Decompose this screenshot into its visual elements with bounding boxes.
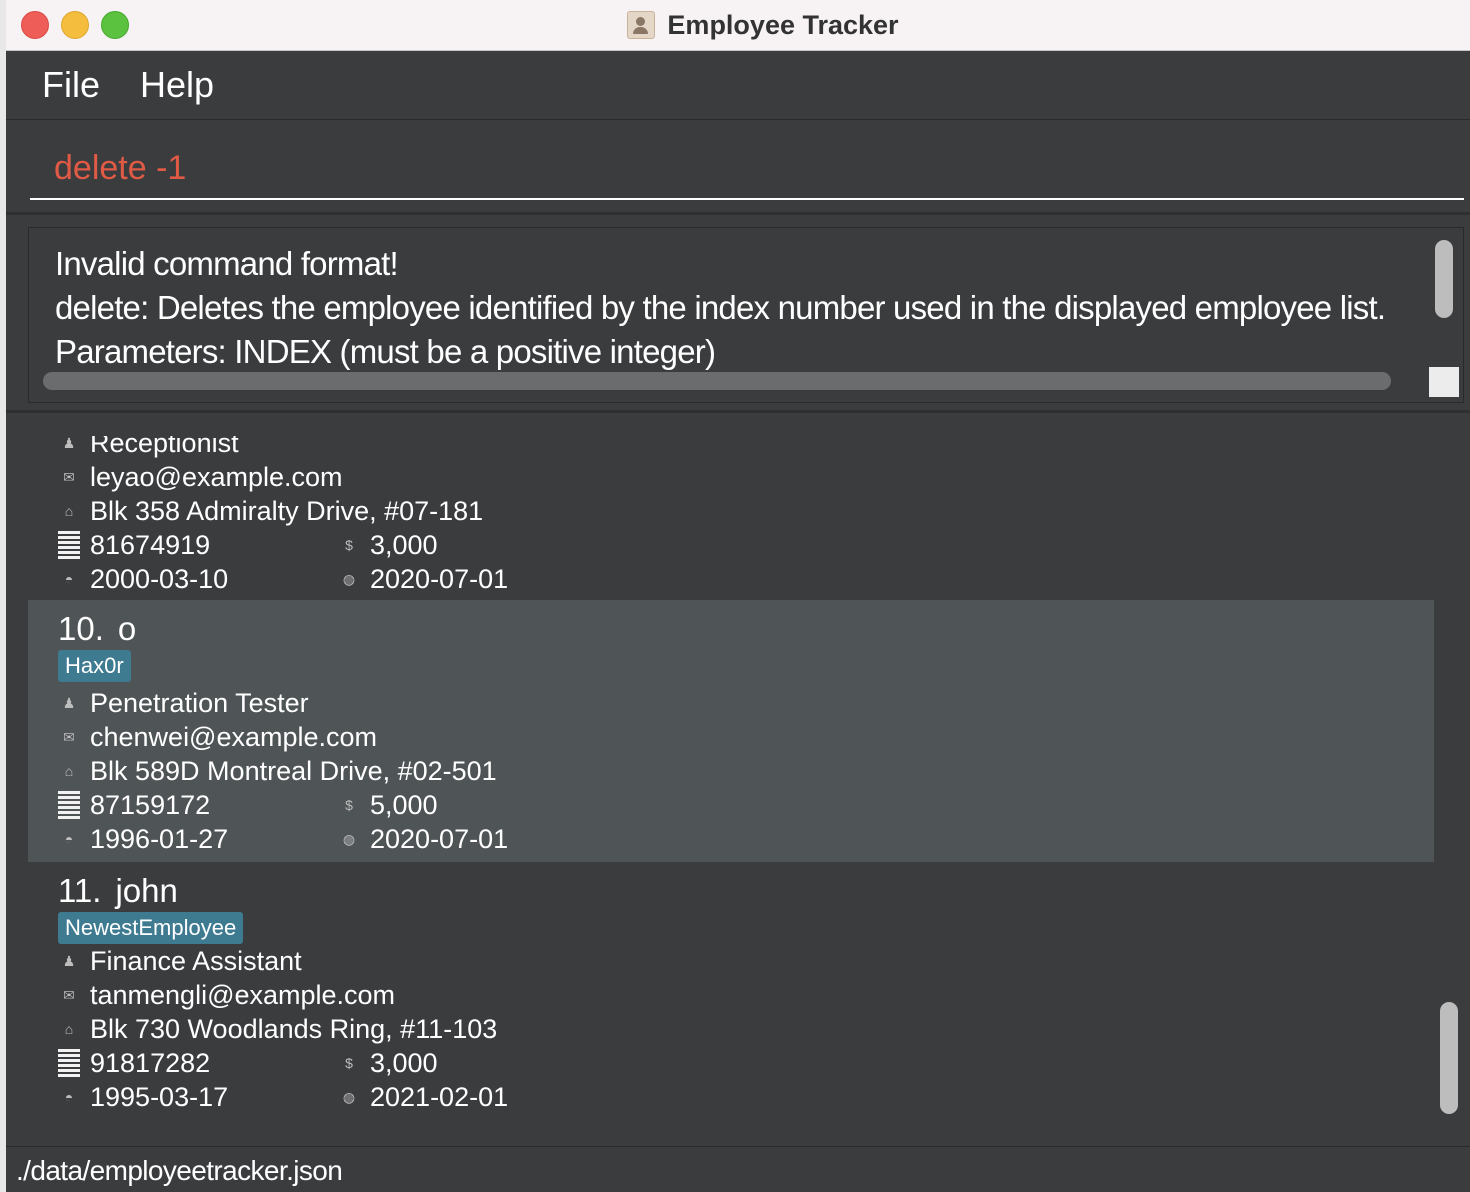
employee-phone: 91817282 [90, 1047, 211, 1078]
employee-email: tanmengli@example.com [90, 979, 396, 1010]
employee-join-date: 2020-07-01 [370, 823, 509, 854]
salary-row: $ 3,000 [338, 1046, 438, 1080]
birthday-row: ◓ 1996-01-27 [58, 822, 228, 856]
phone-icon [58, 1049, 80, 1077]
employee-join-date: 2020-07-01 [370, 563, 509, 594]
address-row: ⌂ Blk 730 Woodlands Ring, #11-103 [58, 1012, 498, 1046]
phone-row: 81674919 [58, 528, 210, 562]
employee-address: Blk 589D Montreal Drive, #02-501 [90, 755, 497, 786]
phone-row: 91817282 [58, 1046, 210, 1080]
employee-card-selected[interactable]: 10. o Hax0r ♟ Penetration Tester ✉ chenwe… [28, 600, 1434, 862]
command-input[interactable] [30, 138, 1464, 200]
menu-file[interactable]: File [42, 64, 100, 106]
result-display: Invalid command format! delete: Deletes … [28, 227, 1464, 403]
menu-help[interactable]: Help [140, 64, 214, 106]
result-line: Parameters: INDEX (must be a positive in… [55, 333, 716, 370]
employee-join-date: 2021-02-01 [370, 1081, 509, 1112]
phone-icon [58, 791, 80, 819]
envelope-icon: ✉ [63, 986, 75, 1003]
employee-email: leyao@example.com [90, 461, 343, 492]
employee-name: o [117, 610, 137, 647]
address-row: ⌂ Blk 589D Montreal Drive, #02-501 [58, 754, 497, 788]
command-box [6, 120, 1470, 212]
role-row: ♟ Receptionist [58, 436, 239, 460]
employee-salary: 3,000 [370, 529, 438, 560]
employee-tag: Hax0r [58, 650, 131, 682]
person-icon: ♟ [62, 952, 76, 969]
salary-row: $ 3,000 [338, 528, 438, 562]
employee-index: 10. [58, 610, 104, 647]
join-date-row: ◍ 2021-02-01 [338, 1080, 508, 1114]
join-date-row: ◍ 2020-07-01 [338, 562, 508, 596]
employee-phone: 81674919 [90, 529, 211, 560]
result-line: Invalid command format! [55, 245, 399, 282]
cake-icon: ◓ [64, 571, 74, 587]
house-icon: ⌂ [64, 503, 74, 519]
title-container: Employee Tracker [6, 0, 1470, 50]
employee-list: ♟ Receptionist ✉ leyao@example.com ⌂ Blk… [28, 436, 1434, 1124]
employee-address: Blk 358 Admiralty Drive, #07-181 [90, 495, 484, 526]
house-icon: ⌂ [64, 1021, 74, 1037]
employee-role: Finance Assistant [90, 945, 302, 976]
address-row: ⌂ Blk 358 Admiralty Drive, #07-181 [58, 494, 483, 528]
app-window: Employee Tracker File Help Invalid comma… [6, 0, 1470, 1192]
envelope-icon: ✉ [63, 728, 75, 745]
employee-role: Penetration Tester [90, 687, 309, 718]
calendar-icon: ◍ [342, 570, 356, 587]
dollar-icon: $ [345, 1055, 353, 1071]
cake-icon: ◓ [64, 1089, 74, 1105]
result-text: Invalid command format! delete: Deletes … [55, 242, 1445, 374]
list-vertical-scrollbar[interactable] [1440, 1002, 1458, 1114]
email-row: ✉ tanmengli@example.com [58, 978, 395, 1012]
save-file-path: ./data/employeetracker.json [16, 1155, 343, 1186]
result-vertical-scrollbar[interactable] [1435, 240, 1453, 318]
employee-card[interactable]: 11. john NewestEmployee ♟ Finance Assista… [28, 862, 1434, 1124]
employee-header: 11. john [58, 872, 178, 910]
employee-birthday: 2000-03-10 [90, 563, 229, 594]
dollar-icon: $ [345, 537, 353, 553]
role-row: ♟ Finance Assistant [58, 944, 302, 978]
envelope-icon: ✉ [63, 468, 75, 485]
divider [6, 212, 1470, 215]
person-icon: ♟ [62, 436, 76, 451]
employee-phone: 87159172 [90, 789, 211, 820]
menu-bar: File Help [6, 51, 1470, 120]
divider [6, 410, 1470, 413]
calendar-icon: ◍ [342, 830, 356, 847]
employee-card[interactable]: ♟ Receptionist ✉ leyao@example.com ⌂ Blk… [28, 436, 1434, 594]
phone-row: 87159172 [58, 788, 210, 822]
join-date-row: ◍ 2020-07-01 [338, 822, 508, 856]
calendar-icon: ◍ [342, 1088, 356, 1105]
result-horizontal-scrollbar[interactable] [43, 372, 1391, 390]
employee-salary: 5,000 [370, 789, 438, 820]
email-row: ✉ leyao@example.com [58, 460, 343, 494]
birthday-row: ◓ 2000-03-10 [58, 562, 228, 596]
window-title: Employee Tracker [667, 9, 899, 40]
employee-email: chenwei@example.com [90, 721, 378, 752]
role-row: ♟ Penetration Tester [58, 686, 309, 720]
phone-icon [58, 531, 80, 559]
app-icon [627, 11, 656, 39]
result-line: delete: Deletes the employee identified … [55, 289, 1386, 326]
cake-icon: ◓ [64, 831, 74, 847]
employee-birthday: 1995-03-17 [90, 1081, 229, 1112]
house-icon: ⌂ [64, 763, 74, 779]
salary-row: $ 5,000 [338, 788, 438, 822]
person-icon: ♟ [62, 694, 76, 711]
employee-address: Blk 730 Woodlands Ring, #11-103 [90, 1013, 498, 1044]
employee-birthday: 1996-01-27 [90, 823, 229, 854]
scrollbar-corner [1429, 367, 1459, 397]
title-bar: Employee Tracker [6, 0, 1470, 51]
employee-index: 11. [58, 872, 102, 909]
email-row: ✉ chenwei@example.com [58, 720, 377, 754]
employee-header: 10. o [58, 610, 136, 648]
dollar-icon: $ [345, 797, 353, 813]
employee-tag: NewestEmployee [58, 912, 244, 944]
birthday-row: ◓ 1995-03-17 [58, 1080, 228, 1114]
status-bar: ./data/employeetracker.json [6, 1146, 1470, 1192]
employee-name: john [115, 872, 178, 909]
employee-salary: 3,000 [370, 1047, 438, 1078]
employee-role: Receptionist [90, 436, 239, 458]
